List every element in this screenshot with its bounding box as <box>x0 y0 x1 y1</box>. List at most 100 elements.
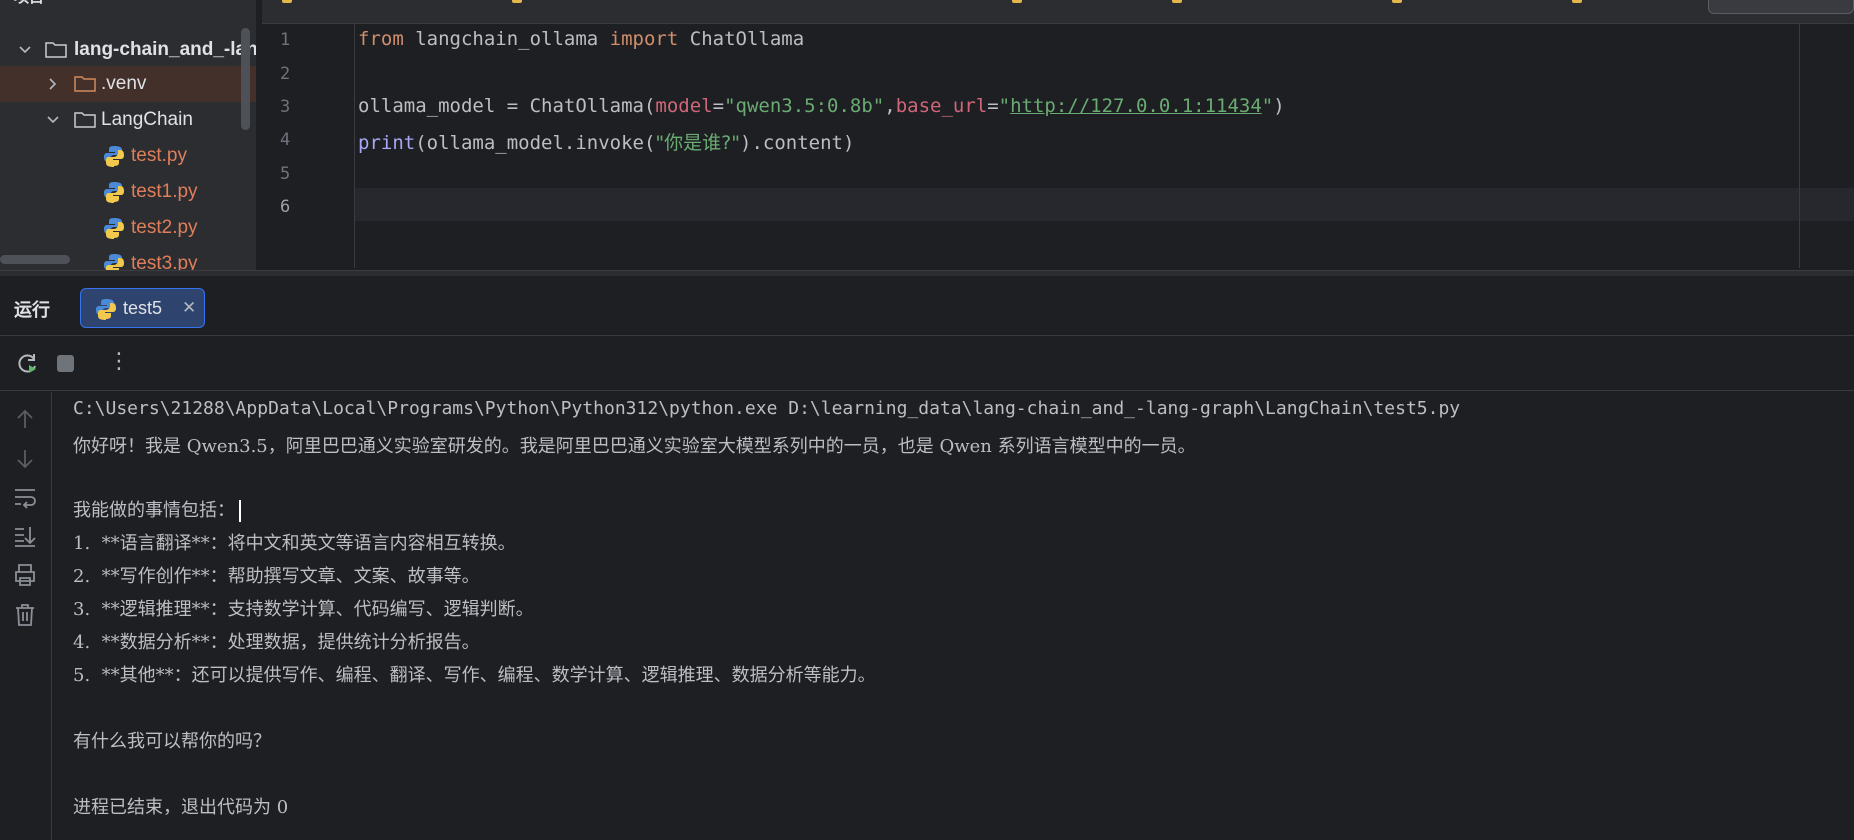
editor-tab[interactable] <box>282 0 300 8</box>
tree-item-langchain[interactable]: LangChain <box>0 102 256 138</box>
code-url-link[interactable]: http://127.0.0.1:11434 <box>1010 95 1262 117</box>
chevron-down-icon[interactable] <box>46 113 60 127</box>
tree-item-venv[interactable]: .venv <box>0 66 256 102</box>
code-text: = <box>987 95 999 117</box>
python-file-icon <box>512 0 522 3</box>
tree-item-label: test.py <box>131 145 187 166</box>
tree-item-project-root[interactable]: lang-chain_and_-lan <box>0 32 256 68</box>
gutter-divider <box>354 24 355 268</box>
folder-icon <box>74 112 96 128</box>
tree-item-label: lang-chain_and_-lan <box>74 39 256 60</box>
console-line: 我能做的事情包括： <box>73 496 241 522</box>
editor-tab[interactable] <box>1392 0 1410 8</box>
console-side-toolbar <box>0 392 52 840</box>
project-horizontal-scrollbar[interactable] <box>0 255 70 264</box>
console-text: 我能做的事情包括： <box>73 500 235 521</box>
code-parameter: model <box>655 95 713 117</box>
line-number: 5 <box>280 164 291 184</box>
editor-tab[interactable] <box>1172 0 1190 8</box>
text-caret <box>239 500 241 522</box>
tree-item-file[interactable]: test.py <box>0 138 256 174</box>
close-icon[interactable]: ✕ <box>182 298 196 318</box>
code-text: (ollama_model.invoke( <box>415 132 656 154</box>
code-keyword: from <box>358 28 404 50</box>
project-panel: 项目 lang-chain_and_-lan .venv LangChain t… <box>0 0 256 270</box>
code-class: ChatOllama <box>678 28 805 50</box>
code-text: , <box>884 95 896 117</box>
run-toolbar: ⋮ <box>0 337 1854 391</box>
code-line-4[interactable]: print(ollama_model.invoke("你是谁?").conten… <box>358 128 854 155</box>
chevron-right-icon[interactable] <box>46 77 60 91</box>
active-editor-tab[interactable] <box>1708 0 1854 14</box>
line-number: 2 <box>280 64 291 84</box>
project-vertical-scrollbar[interactable] <box>241 28 250 130</box>
rerun-icon[interactable] <box>14 351 40 377</box>
tree-item-label: test1.py <box>131 181 198 202</box>
current-line-highlight <box>355 188 1854 221</box>
code-string: " <box>1261 95 1274 117</box>
console-exit-line: 进程已结束，退出代码为 0 <box>73 797 289 818</box>
chevron-down-icon[interactable] <box>18 43 32 57</box>
soft-wrap-icon[interactable] <box>12 484 38 510</box>
python-file-icon <box>104 254 124 270</box>
console-line: 5. **其他**：还可以提供写作、编程、翻译、写作、编程、数学计算、逻辑推理、… <box>73 665 876 686</box>
code-string: "你是谁?" <box>655 132 740 154</box>
line-number: 4 <box>280 130 291 150</box>
code-text: ).content) <box>740 132 855 154</box>
console-line: 4. **数据分析**：处理数据，提供统计分析报告。 <box>73 632 480 653</box>
folder-icon <box>45 42 67 58</box>
code-string: " <box>998 95 1011 117</box>
stop-icon[interactable] <box>57 355 74 372</box>
more-vertical-icon[interactable]: ⋮ <box>108 351 130 377</box>
run-tab-label: test5 <box>123 298 163 318</box>
code-builtin: print <box>358 132 416 154</box>
console-line: 你好呀！我是 Qwen3.5，阿里巴巴通义实验室研发的。我是阿里巴巴通义实验室大… <box>73 436 1196 457</box>
python-file-icon <box>104 146 124 167</box>
code-text: = <box>712 95 725 117</box>
project-panel-header: 项目 <box>0 0 44 10</box>
folder-icon <box>74 76 96 92</box>
tree-item-label: .venv <box>101 73 147 94</box>
code-string: "qwen3.5:0.8b" <box>724 95 885 117</box>
code-text: ) <box>1273 95 1285 117</box>
python-file-icon <box>1392 0 1402 3</box>
tree-item-label: test2.py <box>131 217 198 238</box>
line-number: 3 <box>280 97 291 117</box>
code-line-1[interactable]: from langchain_ollama import ChatOllama <box>358 28 804 50</box>
tree-item-file[interactable]: test1.py <box>0 174 256 210</box>
line-number-current: 6 <box>280 197 291 217</box>
code-text: ollama_model = ChatOllama( <box>358 95 656 117</box>
python-file-icon <box>96 299 116 320</box>
print-icon[interactable] <box>12 562 38 588</box>
top-area: 项目 lang-chain_and_-lan .venv LangChain t… <box>0 0 1854 270</box>
python-file-icon <box>104 182 124 203</box>
run-panel-header: 运行 test5 ✕ <box>0 276 1854 336</box>
python-file-icon <box>104 218 124 239</box>
tree-item-label: test3.py <box>131 253 198 270</box>
editor-tab[interactable] <box>512 0 530 8</box>
console-line: 3. **逻辑推理**：支持数学计算、代码编写、逻辑判断。 <box>73 599 534 620</box>
trash-icon[interactable] <box>12 602 38 628</box>
arrow-up-icon[interactable] <box>12 406 38 432</box>
right-margin-guide <box>1799 24 1800 268</box>
python-file-icon <box>282 0 292 3</box>
code-module: langchain_ollama <box>403 28 610 50</box>
python-file-icon <box>1572 0 1582 3</box>
run-tab-test5[interactable]: test5 ✕ <box>80 288 205 328</box>
arrow-down-icon[interactable] <box>12 446 38 472</box>
scroll-to-end-icon[interactable] <box>12 523 38 549</box>
code-parameter: base_url <box>895 95 988 117</box>
code-line-3[interactable]: ollama_model = ChatOllama(model="qwen3.5… <box>358 95 1285 117</box>
console-command-line: C:\Users\21288\AppData\Local\Programs\Py… <box>73 398 1461 419</box>
python-file-icon <box>1172 0 1182 3</box>
line-number: 1 <box>280 30 291 50</box>
console-output[interactable]: C:\Users\21288\AppData\Local\Programs\Py… <box>53 392 1854 840</box>
editor-tabs <box>262 0 1854 24</box>
python-file-icon <box>1012 0 1022 3</box>
console-line: 1. **语言翻译**：将中文和英文等语言内容相互转换。 <box>73 533 516 554</box>
editor-tab[interactable] <box>1572 0 1590 8</box>
console-line: 2. **写作创作**：帮助撰写文章、文案、故事等。 <box>73 566 480 587</box>
editor-tab[interactable] <box>1012 0 1030 8</box>
tree-item-file[interactable]: test2.py <box>0 210 256 246</box>
console-line: 有什么我可以帮你的吗？ <box>73 731 271 752</box>
